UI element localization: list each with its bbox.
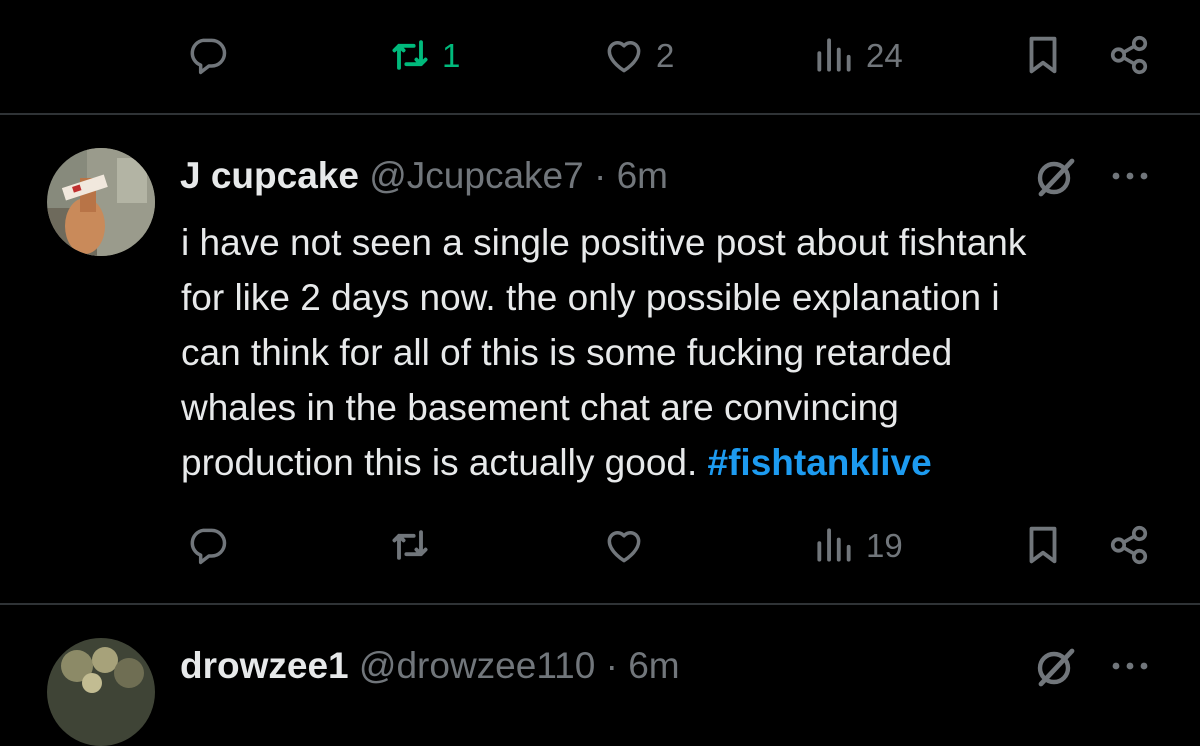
like-count: 2 xyxy=(656,36,675,74)
post-action-bar: 19 xyxy=(0,515,1200,575)
share-button[interactable] xyxy=(1106,515,1152,575)
repost-button[interactable] xyxy=(388,515,432,575)
hashtag-link[interactable]: #fishtanklive xyxy=(708,442,932,483)
reply-icon xyxy=(190,38,227,75)
post-divider xyxy=(0,603,1200,605)
share-icon xyxy=(1110,525,1148,565)
repost-count: 1 xyxy=(442,36,461,74)
reply-icon xyxy=(190,528,227,565)
views-count: 19 xyxy=(866,526,903,564)
views-button[interactable]: 19 xyxy=(812,515,903,575)
share-button[interactable] xyxy=(1106,25,1152,85)
avatar[interactable] xyxy=(47,638,155,746)
views-button[interactable]: 24 xyxy=(812,25,903,85)
repost-icon xyxy=(392,40,428,70)
more-icon xyxy=(1112,662,1148,670)
handle[interactable]: @Jcupcake7 xyxy=(369,155,583,196)
like-button[interactable] xyxy=(602,515,646,575)
grok-button[interactable] xyxy=(1032,153,1080,206)
repost-button[interactable]: 1 xyxy=(388,25,460,85)
bookmark-icon xyxy=(1029,526,1057,564)
top-post-action-bar: 1 2 24 xyxy=(0,25,1200,85)
post-text: i have not seen a single positive post a… xyxy=(181,215,1171,490)
views-count: 24 xyxy=(866,36,903,74)
timestamp[interactable]: 6m xyxy=(617,155,668,196)
timestamp[interactable]: 6m xyxy=(628,645,679,686)
reply-button[interactable] xyxy=(186,515,230,575)
header-separator: · xyxy=(593,155,607,196)
header-separator: · xyxy=(605,645,618,686)
grok-icon xyxy=(1037,648,1075,687)
heart-icon xyxy=(607,531,641,563)
more-icon xyxy=(1112,172,1148,180)
post-divider xyxy=(0,113,1200,115)
handle[interactable]: @drowzee110 xyxy=(359,645,595,686)
bookmark-button[interactable] xyxy=(1020,515,1066,575)
display-name[interactable]: drowzee1 xyxy=(180,645,349,686)
post-header: J cupcake @Jcupcake7 · 6m xyxy=(180,157,668,194)
like-button[interactable]: 2 xyxy=(602,25,674,85)
views-icon xyxy=(817,528,851,562)
avatar[interactable] xyxy=(47,148,155,256)
grok-icon xyxy=(1037,158,1075,197)
bookmark-icon xyxy=(1029,36,1057,74)
repost-icon xyxy=(392,530,428,560)
heart-icon xyxy=(607,41,641,73)
more-button[interactable] xyxy=(1108,160,1152,197)
views-icon xyxy=(817,38,851,72)
share-icon xyxy=(1110,35,1148,75)
more-button[interactable] xyxy=(1108,650,1152,687)
avatar-image xyxy=(47,638,155,746)
next-post-header: drowzee1 @drowzee110 · 6m xyxy=(180,647,680,684)
grok-button[interactable] xyxy=(1032,643,1080,696)
reply-button[interactable] xyxy=(186,25,230,85)
avatar-image xyxy=(47,148,155,256)
display-name[interactable]: J cupcake xyxy=(180,155,359,196)
bookmark-button[interactable] xyxy=(1020,25,1066,85)
